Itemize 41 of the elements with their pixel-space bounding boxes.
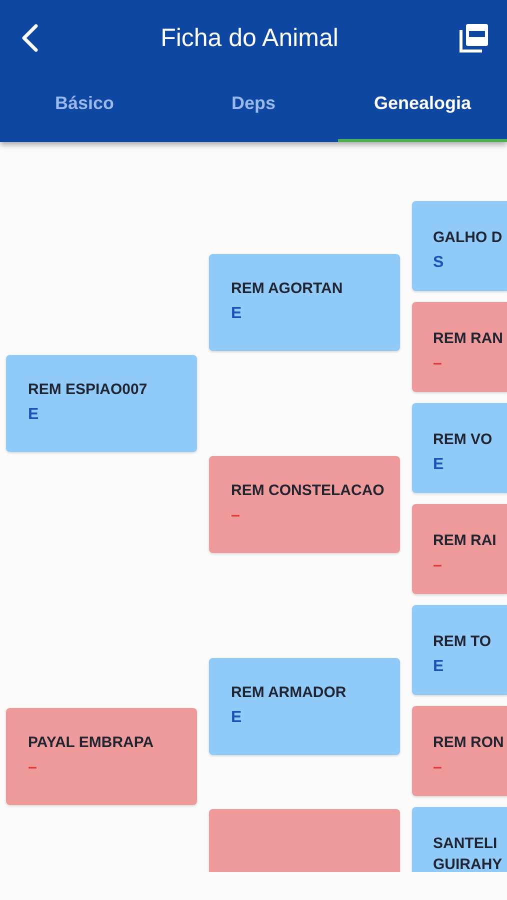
- grade-label: –: [231, 506, 241, 524]
- pedigree-card[interactable]: GALHO D S: [412, 201, 507, 291]
- animal-name: REM CONSTELACAO: [231, 480, 386, 500]
- grade-label: S: [433, 254, 445, 272]
- pdf-icon[interactable]: [459, 23, 489, 53]
- pedigree-card[interactable]: REM RAN –: [412, 302, 507, 392]
- pedigree-card[interactable]: REM ARMADOR E: [209, 658, 400, 754]
- animal-name: REM ARMADOR: [231, 682, 348, 702]
- animal-name: REM AGORTAN: [231, 278, 344, 298]
- grade-label: –: [28, 759, 38, 777]
- animal-name: REM RAI: [433, 531, 498, 551]
- tab[interactable]: Deps: [169, 76, 338, 142]
- pedigree-card[interactable]: REM CONSTELACAO –: [209, 456, 400, 552]
- animal-name: SANTELI GUIRAHY: [433, 834, 504, 872]
- animal-name: REM ESPIAO007: [28, 380, 148, 400]
- animal-name: REM VO: [433, 430, 494, 450]
- animal-name: REM RAN: [433, 329, 504, 349]
- pedigree-card[interactable]: REM RON –: [412, 706, 507, 796]
- back-icon[interactable]: [20, 23, 40, 53]
- pedigree-card[interactable]: REM TO E: [412, 605, 507, 695]
- pedigree-card[interactable]: REM RAI –: [412, 504, 507, 594]
- grade-label: E: [231, 304, 243, 322]
- pedigree-card[interactable]: PAYAL EMBRAPA –: [6, 708, 197, 805]
- grade-label: E: [28, 406, 40, 424]
- animal-name: REM RON: [433, 733, 505, 753]
- animal-name: REM TO: [433, 632, 492, 652]
- grade-label: E: [231, 708, 243, 726]
- tab[interactable]: Básico: [0, 76, 169, 142]
- pedigree-card[interactable]: REM AGORTAN E: [209, 254, 400, 350]
- tab[interactable]: Genealogia: [338, 76, 507, 142]
- screen-title: Ficha do Animal: [160, 24, 338, 52]
- grade-label: –: [433, 355, 443, 373]
- pedigree-card[interactable]: REM ESPIAO007 E: [6, 354, 197, 452]
- pedigree-card[interactable]: REM VO E: [412, 403, 507, 493]
- grade-label: E: [433, 456, 445, 474]
- grade-label: –: [433, 759, 443, 777]
- grade-label: E: [433, 658, 445, 676]
- animal-name: GALHO D: [433, 228, 504, 248]
- animal-name: PAYAL EMBRAPA: [28, 733, 155, 753]
- grade-label: –: [433, 557, 443, 575]
- pedigree-card[interactable]: SANTELI GUIRAHY: [412, 807, 507, 872]
